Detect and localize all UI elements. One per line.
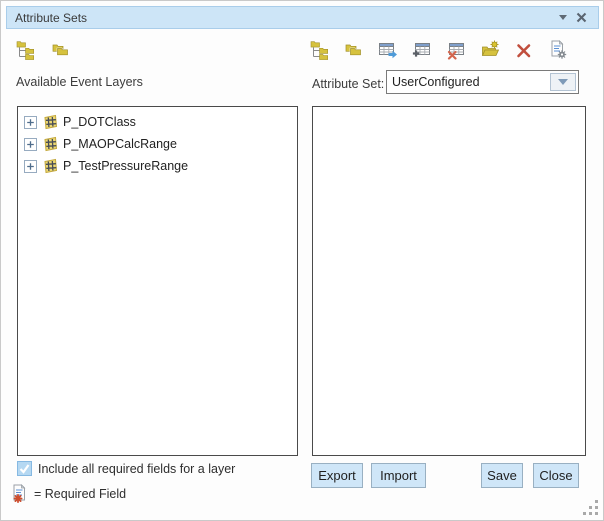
include-required-fields-checkbox[interactable] — [17, 461, 32, 476]
event-layer-icon — [42, 136, 58, 152]
export-table-icon — [378, 40, 398, 60]
tree-item-label: P_TestPressureRange — [63, 159, 188, 173]
combobox-dropdown-button[interactable] — [550, 73, 576, 91]
window-title: Attribute Sets — [15, 11, 554, 25]
resize-grip[interactable] — [582, 499, 600, 517]
include-required-fields-label: Include all required fields for a layer — [38, 462, 235, 476]
event-layer-icon — [42, 158, 58, 174]
available-event-layers-list[interactable]: P_DOTClass P_MAOPCalcRange — [17, 106, 298, 456]
attribute-set-combobox[interactable]: UserConfigured — [386, 70, 579, 94]
expand-plus-icon[interactable] — [24, 138, 37, 151]
assign-event-layers-icon — [310, 40, 330, 60]
required-field-label: = Required Field — [34, 487, 126, 501]
assign-event-layers-icon — [16, 40, 36, 60]
configure-document-icon — [548, 40, 568, 60]
event-layer-icon — [42, 114, 58, 130]
event-layers-tree: P_DOTClass P_MAOPCalcRange — [18, 107, 297, 181]
open-event-layers-icon — [344, 40, 364, 60]
open-event-layers-button[interactable] — [50, 39, 71, 61]
add-table-icon — [412, 40, 432, 60]
include-required-fields-row: Include all required fields for a layer — [17, 461, 235, 476]
close-button[interactable] — [572, 9, 590, 27]
attribute-set-value: UserConfigured — [392, 75, 480, 89]
expand-plus-icon[interactable] — [24, 160, 37, 173]
delete-button[interactable] — [513, 39, 534, 61]
open-attribute-set-button[interactable] — [479, 39, 500, 61]
expand-plus-icon[interactable] — [24, 116, 37, 129]
save-button[interactable]: Save — [481, 463, 523, 488]
tree-item-p-testpressurerange[interactable]: P_TestPressureRange — [20, 155, 295, 177]
required-field-legend: = Required Field — [11, 484, 126, 504]
attribute-set-label: Attribute Set: — [312, 77, 384, 91]
import-button[interactable]: Import — [371, 463, 426, 488]
remove-table-button[interactable] — [445, 39, 466, 61]
chevron-down-icon — [558, 79, 568, 85]
remove-table-icon — [446, 40, 466, 60]
open-event-layers-icon — [51, 40, 71, 60]
export-button[interactable]: Export — [311, 463, 363, 488]
right-toolbar — [309, 39, 568, 61]
open-attribute-set-icon — [480, 40, 500, 60]
tree-item-p-dotclass[interactable]: P_DOTClass — [20, 111, 295, 133]
open-layers-button[interactable] — [343, 39, 364, 61]
close-icon — [575, 11, 588, 24]
attribute-sets-window: Attribute Sets — [0, 0, 604, 521]
export-table-button[interactable] — [377, 39, 398, 61]
title-bar: Attribute Sets — [6, 6, 599, 29]
required-field-icon — [11, 484, 30, 504]
close-window-button[interactable]: Close — [533, 463, 579, 488]
checkmark-icon — [18, 462, 31, 475]
tree-item-label: P_MAOPCalcRange — [63, 137, 177, 151]
collapse-menu-button[interactable] — [554, 9, 572, 27]
delete-icon — [514, 40, 534, 60]
assign-event-layers-button[interactable] — [15, 39, 36, 61]
add-table-button[interactable] — [411, 39, 432, 61]
left-toolbar — [15, 39, 71, 61]
tree-item-label: P_DOTClass — [63, 115, 136, 129]
attribute-set-fields-list[interactable] — [312, 106, 586, 456]
assign-layers-button[interactable] — [309, 39, 330, 61]
caret-down-icon — [559, 15, 567, 20]
available-event-layers-label: Available Event Layers — [16, 75, 143, 89]
configure-document-button[interactable] — [547, 39, 568, 61]
tree-item-p-maopcalcrange[interactable]: P_MAOPCalcRange — [20, 133, 295, 155]
